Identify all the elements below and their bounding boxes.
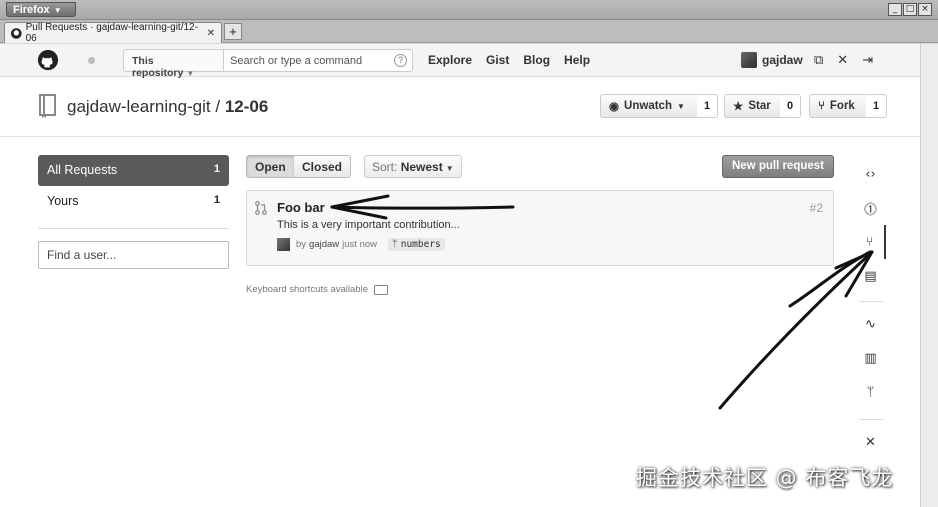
header-tools: ⧉ ✕ ⇥ xyxy=(814,52,873,68)
search-placeholder: Search or type a command xyxy=(230,55,363,67)
search-scope-label: This repository xyxy=(132,55,184,79)
repo-owner-link[interactable]: gajdaw-learning-git xyxy=(67,97,211,116)
issues-icon[interactable]: ⓵ xyxy=(855,191,886,225)
nav-divider xyxy=(859,301,883,302)
pulse-icon[interactable]: ∿ xyxy=(855,307,886,341)
firefox-menu-label: Firefox xyxy=(13,4,50,16)
sort-prefix: Sort: xyxy=(372,160,398,174)
github-page: This repository ▼ Search or type a comman… xyxy=(0,44,938,507)
repo-side-nav: ‹› ⓵ ⑂ ▤ ∿ ▥ ᛘ ✕ xyxy=(855,157,886,507)
wiki-icon[interactable]: ▤ xyxy=(855,259,886,293)
star-count[interactable]: 0 xyxy=(780,94,802,118)
settings-icon[interactable]: ✕ xyxy=(855,425,886,459)
pull-request-number: #2 xyxy=(809,201,823,215)
username: gajdaw xyxy=(762,53,803,67)
create-repo-icon[interactable]: ⧉ xyxy=(814,52,823,68)
find-user-input[interactable]: Find a user... xyxy=(38,241,229,269)
pull-request-by-label: by xyxy=(296,239,307,250)
firefox-menu-button[interactable]: Firefox ▼ xyxy=(6,2,76,17)
keyboard-shortcuts-hint[interactable]: Keyboard shortcuts available xyxy=(246,284,388,295)
fork-count[interactable]: 1 xyxy=(866,94,888,118)
minimize-button[interactable]: _ xyxy=(888,3,902,16)
pull-request-filters-sidebar: All Requests 1 Yours 1 Find a user... xyxy=(38,155,229,269)
tab-close-icon[interactable]: ✕ xyxy=(207,28,215,39)
repo-header: gajdaw-learning-git / 12-06 ◉ Unwatch ▼ 1 … xyxy=(0,77,938,137)
browser-titlebar: Firefox ▼ _ □ × xyxy=(0,0,938,20)
branch-icon: ᛘ xyxy=(392,239,398,250)
sidebar-item-label: Yours xyxy=(47,194,79,208)
star-button[interactable]: ★ Star xyxy=(724,94,781,118)
chevron-down-icon: ▼ xyxy=(676,101,685,111)
github-favicon-icon xyxy=(11,27,22,39)
filter-open-button[interactable]: Open xyxy=(246,155,295,178)
fork-button[interactable]: ⑂ Fork xyxy=(809,94,867,118)
unwatch-button[interactable]: ◉ Unwatch ▼ xyxy=(600,94,698,118)
watch-count[interactable]: 1 xyxy=(697,94,719,118)
chevron-down-icon: ▼ xyxy=(53,6,62,15)
pull-request-icon xyxy=(255,201,267,215)
avatar xyxy=(277,238,290,251)
vertical-scrollbar[interactable] xyxy=(920,44,938,507)
window-controls: _ □ × xyxy=(888,3,932,16)
sidebar-item-all-requests[interactable]: All Requests 1 xyxy=(38,155,229,186)
branch-name: numbers xyxy=(400,239,441,250)
pull-request-meta: by gajdaw just now ᛘ numbers xyxy=(277,238,445,251)
keyboard-icon xyxy=(374,284,388,295)
network-icon[interactable]: ᛘ xyxy=(855,375,886,409)
pull-request-description: This is a very important contribution... xyxy=(277,219,460,231)
repo-name-link[interactable]: 12-06 xyxy=(225,97,268,116)
maximize-button[interactable]: □ xyxy=(903,3,917,16)
watermark-text: 掘金技术社区 @ 布客飞龙 xyxy=(636,466,894,490)
unwatch-label: Unwatch xyxy=(624,100,672,112)
sidebar-item-label: All Requests xyxy=(47,163,118,177)
sort-dropdown[interactable]: Sort: Newest ▼ xyxy=(364,155,462,178)
repo-title: gajdaw-learning-git / 12-06 xyxy=(67,97,268,117)
sign-out-icon[interactable]: ⇥ xyxy=(862,52,873,68)
search-input[interactable]: Search or type a command? xyxy=(223,49,413,72)
header-nav: Explore Gist Blog Help xyxy=(428,53,590,67)
pull-request-author-link[interactable]: gajdaw xyxy=(309,239,339,250)
sidebar-item-count: 1 xyxy=(213,163,220,175)
user-menu[interactable]: gajdaw xyxy=(741,52,803,68)
browser-tab[interactable]: Pull Requests · gajdaw-learning-git/12-0… xyxy=(4,22,222,44)
code-icon[interactable]: ‹› xyxy=(855,157,886,191)
pull-request-time: just now xyxy=(342,239,378,250)
nav-link-blog[interactable]: Blog xyxy=(523,53,550,67)
branch-label[interactable]: ᛘ numbers xyxy=(388,238,445,251)
pull-request-title-link[interactable]: Foo bar xyxy=(277,200,325,215)
nav-divider xyxy=(859,419,883,420)
eye-icon: ◉ xyxy=(609,101,620,113)
sidebar-item-yours[interactable]: Yours 1 xyxy=(38,186,229,217)
search-scope-selector[interactable]: This repository ▼ xyxy=(123,49,223,79)
settings-tools-icon[interactable]: ✕ xyxy=(837,52,848,68)
avatar xyxy=(741,52,757,68)
nav-link-help[interactable]: Help xyxy=(564,53,590,67)
sidebar-divider xyxy=(38,228,229,229)
repo-title-separator: / xyxy=(215,97,221,116)
nav-link-explore[interactable]: Explore xyxy=(428,53,472,67)
keyboard-shortcuts-label: Keyboard shortcuts available xyxy=(246,284,368,295)
browser-tabbar: Pull Requests · gajdaw-learning-git/12-0… xyxy=(0,20,938,44)
top-navigation: This repository ▼ Search or type a comman… xyxy=(0,44,938,79)
new-tab-button[interactable]: + xyxy=(224,23,242,40)
nav-link-gist[interactable]: Gist xyxy=(486,53,509,67)
list-item[interactable]: Foo bar #2 This is a very important cont… xyxy=(246,190,834,266)
graphs-icon[interactable]: ▥ xyxy=(855,341,886,375)
star-label: Star xyxy=(748,100,771,112)
sidebar-item-count: 1 xyxy=(213,194,220,206)
close-window-button[interactable]: × xyxy=(918,3,932,16)
sort-value: Newest xyxy=(400,160,443,174)
github-logo-icon[interactable] xyxy=(37,49,59,71)
fork-icon: ⑂ xyxy=(818,100,825,112)
pull-requests-nav-icon[interactable]: ⑂ xyxy=(855,225,886,259)
search-help-icon[interactable]: ? xyxy=(394,54,407,67)
new-pull-request-button[interactable]: New pull request xyxy=(722,155,834,178)
repo-book-icon xyxy=(39,94,56,118)
chevron-down-icon: ▼ xyxy=(445,164,454,173)
notification-dot-icon[interactable] xyxy=(88,57,95,64)
star-icon: ★ xyxy=(733,101,744,113)
fork-label: Fork xyxy=(829,100,855,112)
tab-title: Pull Requests · gajdaw-learning-git/12-0… xyxy=(25,22,198,44)
filter-closed-button[interactable]: Closed xyxy=(294,155,352,178)
